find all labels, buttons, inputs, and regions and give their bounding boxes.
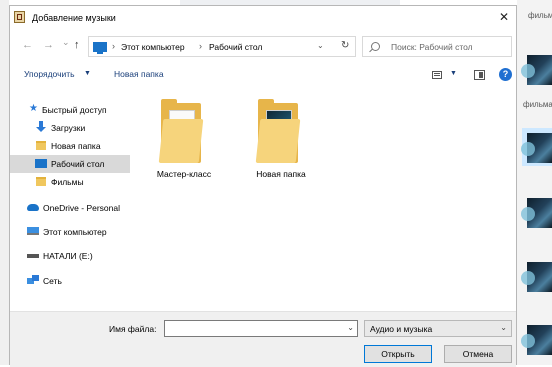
filename-label: Имя файла: bbox=[109, 324, 157, 334]
background-thumbnail bbox=[521, 133, 552, 163]
download-icon bbox=[36, 121, 46, 133]
sidebar-item-onedrive[interactable]: OneDrive - Personal bbox=[10, 199, 130, 217]
recent-locations-button[interactable]: ⌄ bbox=[62, 36, 70, 48]
breadcrumb-separator: › bbox=[112, 41, 115, 51]
search-box[interactable]: Поиск: Рабочий стол bbox=[362, 36, 512, 57]
app-icon bbox=[14, 11, 25, 23]
breadcrumb-desktop[interactable]: Рабочий стол bbox=[209, 42, 262, 52]
help-icon[interactable]: ? bbox=[499, 68, 512, 81]
navigation-pane: ★ Быстрый доступ Загрузки Новая папка Ра… bbox=[10, 96, 130, 306]
file-name: Мастер-класс bbox=[156, 169, 212, 179]
sidebar-item-label: Новая папка bbox=[51, 141, 101, 151]
filename-input[interactable]: ⌄ bbox=[164, 320, 358, 337]
chevron-down-icon[interactable]: ▼ bbox=[450, 70, 457, 77]
sidebar-item-network[interactable]: Сеть bbox=[10, 272, 130, 290]
back-button[interactable]: ← bbox=[22, 39, 33, 51]
sidebar-item-movies[interactable]: Фильмы bbox=[10, 173, 130, 191]
file-controls: Имя файла: ⌄ Аудио и музыка ⌄ Открыть От… bbox=[10, 311, 516, 367]
desktop-icon bbox=[93, 42, 107, 54]
preview-pane-icon[interactable] bbox=[474, 70, 485, 80]
chevron-down-icon: ⌄ bbox=[500, 323, 507, 332]
background-window-edge bbox=[0, 0, 9, 365]
background-thumbnail bbox=[521, 325, 552, 355]
cancel-button[interactable]: Отмена bbox=[444, 345, 512, 363]
close-button[interactable]: ✕ bbox=[496, 9, 512, 25]
folder-icon bbox=[36, 177, 46, 186]
sidebar-item-quick-access[interactable]: ★ Быстрый доступ bbox=[10, 101, 130, 119]
computer-icon bbox=[27, 227, 39, 235]
cloud-icon bbox=[27, 204, 39, 211]
address-dropdown-button[interactable]: ⌄ bbox=[317, 41, 324, 50]
sidebar-item-this-pc[interactable]: Этот компьютер bbox=[10, 223, 130, 241]
sidebar-item-desktop[interactable]: Рабочий стол bbox=[10, 155, 130, 173]
file-name: Новая папка bbox=[256, 169, 306, 179]
organize-button[interactable]: Упорядочить bbox=[24, 69, 75, 79]
filetype-select[interactable]: Аудио и музыка ⌄ bbox=[364, 320, 512, 337]
sidebar-item-new-folder[interactable]: Новая папка bbox=[10, 137, 130, 155]
forward-button[interactable]: → bbox=[43, 39, 54, 51]
sidebar-item-label: Сеть bbox=[43, 276, 62, 286]
sidebar-item-label: Загрузки bbox=[51, 123, 86, 133]
background-thumbnail bbox=[521, 262, 552, 292]
background-thumbnail bbox=[521, 55, 552, 85]
file-item-folder[interactable]: Новая папка bbox=[250, 99, 310, 183]
refresh-button[interactable]: ↻ bbox=[341, 40, 349, 51]
sidebar-item-label: Быстрый доступ bbox=[42, 105, 107, 115]
open-button[interactable]: Открыть bbox=[364, 345, 432, 363]
filetype-value: Аудио и музыка bbox=[370, 324, 433, 334]
new-folder-button[interactable]: Новая папка bbox=[114, 69, 164, 79]
folder-icon bbox=[36, 141, 46, 150]
background-thumbnail bbox=[521, 198, 552, 228]
drive-icon bbox=[27, 254, 39, 258]
sidebar-item-label: OneDrive - Personal bbox=[43, 203, 121, 213]
network-icon bbox=[27, 275, 39, 285]
sidebar-item-label: Рабочий стол bbox=[51, 159, 105, 169]
breadcrumb-this-pc[interactable]: Этот компьютер bbox=[121, 42, 185, 52]
sidebar-item-label: Этот компьютер bbox=[43, 227, 107, 237]
up-button[interactable]: ↑ bbox=[74, 39, 80, 51]
command-bar: Упорядочить ▼ Новая папка ▼ ? bbox=[10, 65, 516, 87]
navigation-bar: ← → ⌄ ↑ › Этот компьютер › Рабочий стол … bbox=[10, 33, 516, 59]
search-icon bbox=[371, 42, 380, 51]
sidebar-item-label: Фильмы bbox=[51, 177, 84, 187]
add-music-dialog: Добавление музыки ✕ ← → ⌄ ↑ › Этот компь… bbox=[9, 5, 517, 367]
sidebar-item-label: НАТАЛИ (E:) bbox=[43, 251, 93, 261]
chevron-down-icon[interactable]: ⌄ bbox=[347, 323, 354, 332]
background-label: фильм bbox=[528, 11, 552, 20]
search-placeholder: Поиск: Рабочий стол bbox=[391, 42, 473, 52]
star-icon: ★ bbox=[29, 103, 38, 114]
chevron-down-icon: ▼ bbox=[84, 70, 91, 77]
background-label: фильма bbox=[523, 100, 552, 109]
view-options-icon[interactable] bbox=[432, 71, 442, 79]
desktop-icon bbox=[35, 159, 47, 168]
sidebar-item-drive-e[interactable]: НАТАЛИ (E:) bbox=[10, 247, 130, 265]
title-bar: Добавление музыки ✕ bbox=[10, 6, 516, 30]
sidebar-item-downloads[interactable]: Загрузки bbox=[10, 119, 130, 137]
dialog-title: Добавление музыки bbox=[32, 13, 116, 23]
file-item-folder[interactable]: Мастер-класс bbox=[153, 99, 213, 183]
address-bar[interactable]: › Этот компьютер › Рабочий стол ⌄ ↻ bbox=[88, 36, 356, 57]
breadcrumb-separator: › bbox=[199, 41, 202, 51]
